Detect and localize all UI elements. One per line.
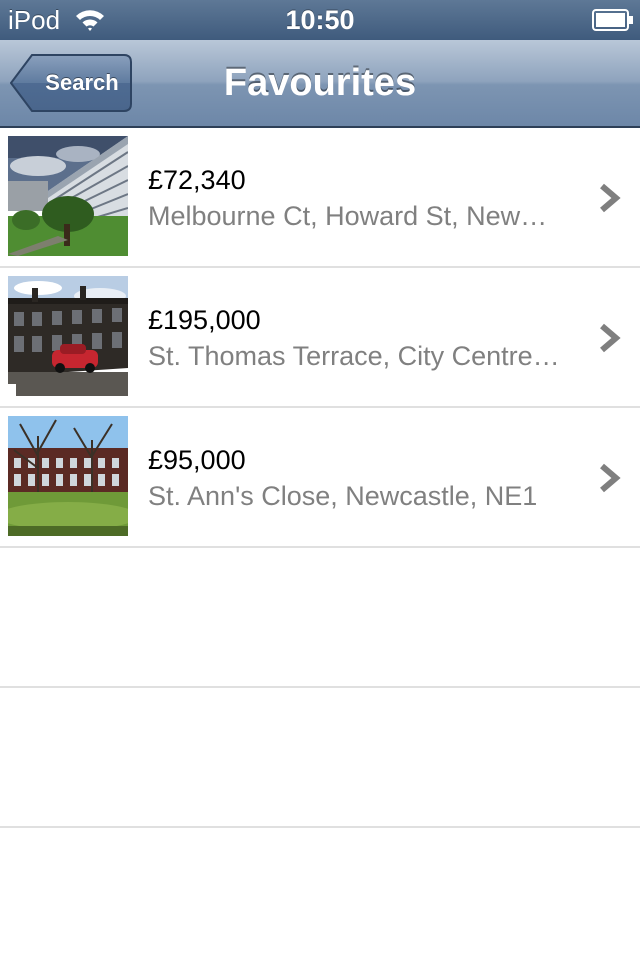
chevron-right-icon — [598, 182, 622, 214]
favourite-row[interactable]: £72,340 Melbourne Ct, Howard St, New… — [0, 128, 640, 268]
property-address: St. Ann's Close, Newcastle, NE1 — [148, 481, 538, 511]
property-price: £95,000 — [148, 445, 246, 475]
back-button[interactable]: Search — [10, 54, 132, 112]
status-time: 10:50 — [285, 5, 355, 35]
property-thumbnail — [8, 276, 128, 396]
back-button-label: Search — [45, 70, 119, 95]
favourites-list: £72,340 Melbourne Ct, Howard St, New… £1… — [0, 128, 640, 960]
navigation-bar: Search Favourites — [0, 40, 640, 128]
property-price: £195,000 — [148, 305, 261, 335]
property-thumbnail — [8, 416, 128, 536]
page-title: Favourites — [223, 62, 417, 104]
property-address: Melbourne Ct, Howard St, New… — [148, 201, 548, 231]
favourite-row[interactable]: £195,000 St. Thomas Terrace, City Centre… — [0, 268, 640, 408]
screen: iPod 10:50 Search Favourites £72,340 Mel… — [0, 0, 640, 960]
property-thumbnail — [8, 136, 128, 256]
property-address: St. Thomas Terrace, City Centre… — [148, 341, 560, 371]
empty-row — [0, 548, 640, 688]
empty-row — [0, 828, 640, 960]
favourite-row[interactable]: £95,000 St. Ann's Close, Newcastle, NE1 — [0, 408, 640, 548]
chevron-right-icon — [598, 322, 622, 354]
battery-icon — [592, 9, 634, 31]
status-bar: iPod 10:50 — [0, 0, 640, 40]
property-price: £72,340 — [148, 165, 246, 195]
empty-row — [0, 688, 640, 828]
chevron-right-icon — [598, 462, 622, 494]
